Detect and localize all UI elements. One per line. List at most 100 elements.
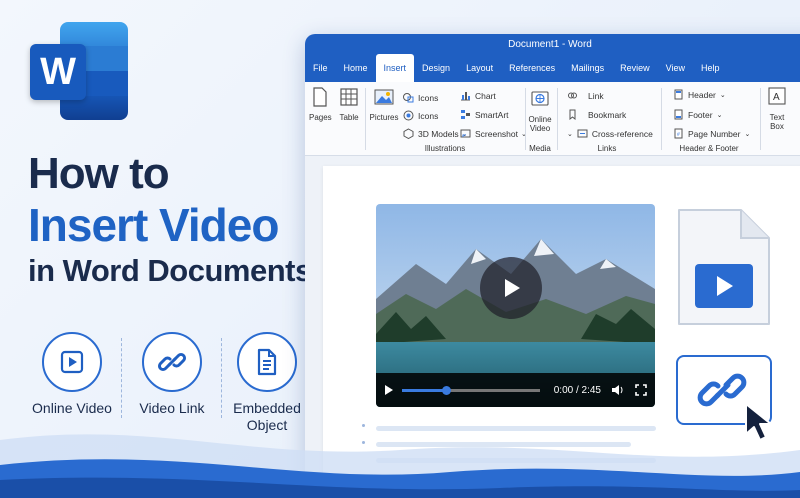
- 3d-models-label: 3D Models: [418, 128, 459, 139]
- link-button[interactable]: Link: [567, 90, 604, 101]
- media-group-label: Media: [529, 144, 551, 153]
- word-logo: W: [30, 22, 128, 120]
- pages-label: Pages: [309, 113, 332, 122]
- chart-button[interactable]: Chart: [460, 90, 496, 101]
- link-icon: [142, 332, 202, 392]
- footer-label: Footer: [688, 109, 713, 120]
- feature-online-video: Online Video: [22, 332, 122, 417]
- video-controls: 0:00 / 2:45: [376, 373, 655, 407]
- chevron-down-icon: ⌄: [744, 130, 751, 138]
- page-number-button[interactable]: # Page Number ⌄: [673, 128, 750, 139]
- header-button[interactable]: Header ⌄: [673, 89, 726, 100]
- progress-handle[interactable]: [442, 385, 452, 395]
- online-video-label-1: Online: [528, 115, 552, 124]
- media-group: Online Video Media: [525, 82, 555, 156]
- tab-home[interactable]: Home: [336, 54, 376, 82]
- feature-video-link: Video Link: [122, 332, 222, 417]
- smartart-label: SmartArt: [475, 109, 509, 120]
- video-time: 0:00 / 2:45: [553, 384, 601, 396]
- tab-references[interactable]: References: [501, 54, 563, 82]
- text-box-button[interactable]: A Text Box: [763, 86, 791, 131]
- fullscreen-icon[interactable]: [635, 384, 647, 396]
- 3d-models-button[interactable]: 3D Models ⌄: [403, 128, 468, 139]
- word-logo-letter: W: [30, 44, 86, 100]
- online-video-button[interactable]: Online Video: [527, 88, 553, 133]
- cube-icon: [403, 128, 414, 139]
- footer-icon: [674, 109, 683, 120]
- table-icon: [340, 88, 358, 106]
- icons-label: Icons: [418, 92, 439, 103]
- chart-label: Chart: [475, 90, 496, 101]
- tab-mailings[interactable]: Mailings: [563, 54, 612, 82]
- tab-view[interactable]: View: [658, 54, 693, 82]
- progress-fill: [402, 388, 447, 392]
- chevron-down-icon: ⌄: [719, 91, 726, 99]
- play-icon: [505, 279, 520, 297]
- tab-review[interactable]: Review: [612, 54, 658, 82]
- chart-icon: [461, 92, 470, 101]
- icons-button-2[interactable]: Icons: [403, 110, 438, 121]
- smartart-button[interactable]: SmartArt: [460, 109, 509, 120]
- tab-help[interactable]: Help: [693, 54, 728, 82]
- pages-button[interactable]: Pages: [309, 86, 332, 122]
- screenshot-label: Screenshot: [475, 128, 518, 139]
- bookmark-icon: [569, 109, 576, 120]
- video-file-icon: [678, 209, 770, 325]
- cross-reference-button[interactable]: ⌄ Cross-reference: [567, 128, 653, 139]
- svg-text:#: #: [677, 132, 680, 138]
- tab-insert[interactable]: Insert: [375, 54, 415, 82]
- online-video-label-2: Video: [529, 124, 551, 133]
- text-box-label-2: Box: [770, 122, 784, 131]
- chevron-down-icon: ⌄: [567, 130, 573, 138]
- illustrations-group-label: Illustrations: [424, 144, 466, 153]
- shapes-icon: [403, 93, 414, 103]
- svg-text:A: A: [773, 92, 780, 103]
- bookmark-label: Bookmark: [588, 109, 627, 120]
- chevron-down-icon: ⌄: [716, 111, 723, 119]
- screenshot-button[interactable]: Screenshot ⌄: [460, 128, 527, 139]
- ribbon-tabs: File Home Insert Design Layout Reference…: [305, 54, 728, 82]
- icons-icon: [403, 110, 414, 121]
- icons-button[interactable]: Icons: [403, 92, 438, 103]
- links-group: Link Bookmark ⌄ Cross-reference Links: [557, 82, 657, 156]
- link-label: Link: [588, 90, 604, 101]
- picture-icon: [374, 89, 394, 105]
- text-box-label-1: Text: [769, 113, 785, 122]
- video-player[interactable]: 0:00 / 2:45: [376, 204, 655, 407]
- globe-video-icon: [531, 91, 549, 106]
- text-box-icon: A: [768, 87, 786, 105]
- volume-icon[interactable]: [611, 384, 625, 396]
- play-square-icon: [42, 332, 102, 392]
- icons-label-2: Icons: [418, 110, 439, 121]
- progress-bar[interactable]: [402, 385, 540, 395]
- window-title: Document1 - Word: [508, 39, 592, 50]
- links-group-label: Links: [597, 144, 617, 153]
- pictures-button[interactable]: Pictures: [369, 86, 399, 122]
- illustrations-group: Pictures Icons Icons 3D Models ⌄ Chart S…: [365, 82, 527, 156]
- bookmark-button[interactable]: Bookmark: [567, 109, 626, 120]
- header-icon: [674, 89, 683, 100]
- smartart-icon: [461, 110, 470, 119]
- ribbon: Pages Table Pictures Icons Icons 3D Mode…: [305, 82, 800, 156]
- header-footer-group: Header ⌄ Footer ⌄ # Page Number ⌄ Header…: [661, 82, 757, 156]
- play-button[interactable]: [480, 257, 542, 319]
- tab-design[interactable]: Design: [414, 54, 458, 82]
- title-bar: Document1 - Word File Home Insert Design…: [305, 34, 800, 82]
- page-number-icon: #: [674, 128, 683, 139]
- tab-layout[interactable]: Layout: [458, 54, 501, 82]
- link-icon: [568, 92, 577, 99]
- table-button[interactable]: Table: [337, 86, 361, 122]
- document-icon: [237, 332, 297, 392]
- cross-reference-label: Cross-reference: [591, 128, 653, 139]
- decorative-wave: [0, 434, 800, 498]
- tab-file[interactable]: File: [305, 54, 336, 82]
- pictures-label: Pictures: [369, 113, 399, 122]
- screenshot-icon: [460, 129, 471, 138]
- footer-button[interactable]: Footer ⌄: [673, 109, 722, 120]
- play-small-icon[interactable]: [384, 384, 394, 396]
- cross-reference-icon: [577, 129, 588, 138]
- table-label: Table: [339, 113, 359, 122]
- header-label: Header: [688, 89, 716, 100]
- page-number-label: Page Number: [688, 128, 741, 139]
- page-icon: [313, 87, 327, 107]
